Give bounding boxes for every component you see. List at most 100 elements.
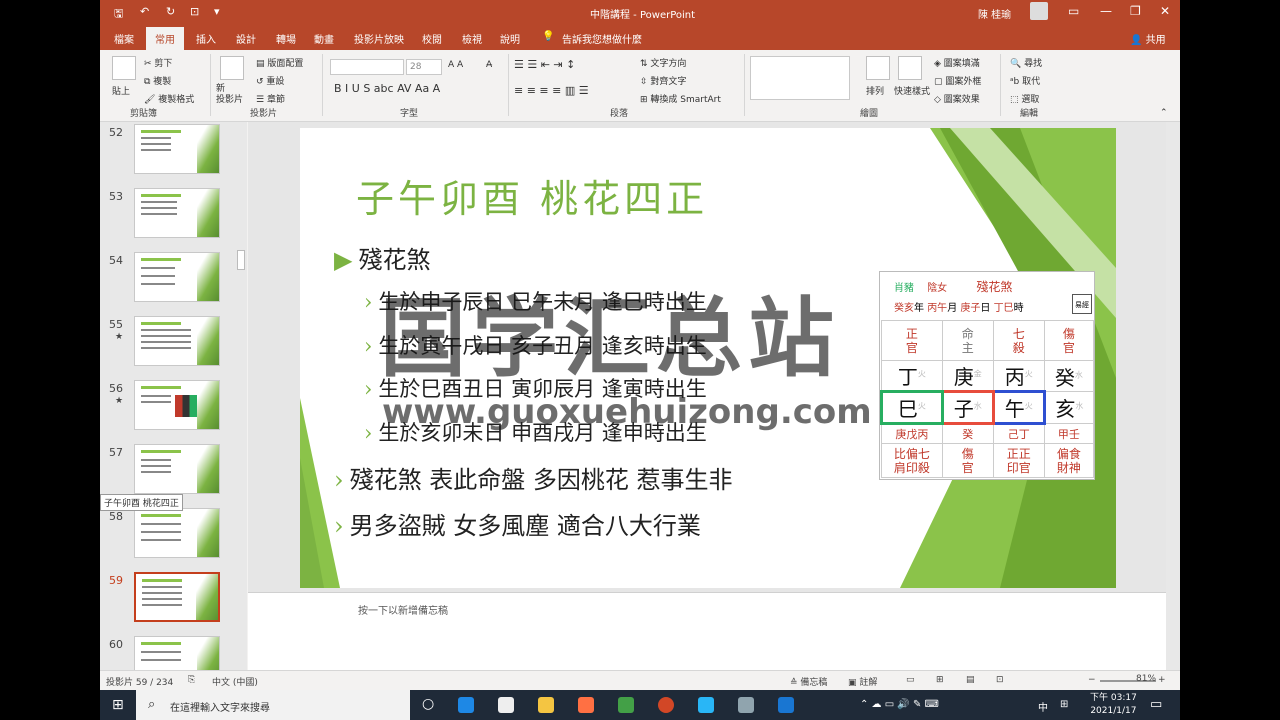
thumbnail-slide-53[interactable]: 53 (100, 188, 235, 248)
notes-button[interactable]: ≙ 備忘稿 (790, 675, 827, 688)
slideshow-view-icon[interactable]: ⊡ (996, 675, 1004, 685)
thumbnail-slide-55[interactable]: 55 ★ (100, 316, 235, 376)
user-name[interactable]: 陳 桂瑜 (978, 6, 1011, 21)
new-slide-icon[interactable] (220, 56, 244, 80)
quick-styles-icon[interactable] (898, 56, 922, 80)
tab-design[interactable]: 設計 (236, 31, 256, 46)
font-name-select[interactable] (330, 59, 404, 75)
tab-review[interactable]: 校閱 (422, 31, 442, 46)
layout-button[interactable]: ▤ 版面配置 (256, 56, 303, 69)
save-icon[interactable]: 🖫 (114, 5, 123, 24)
app-icon[interactable] (698, 697, 714, 713)
shape-effects-button[interactable]: ◇ 圖案效果 (934, 92, 980, 105)
tab-view[interactable]: 檢視 (462, 31, 482, 46)
avatar[interactable] (1030, 2, 1048, 20)
smartart-button[interactable]: ⊞ 轉換成 SmartArt (640, 92, 721, 105)
undo-icon[interactable]: ↶ (140, 5, 149, 18)
file-explorer-icon[interactable] (538, 697, 554, 713)
tab-help[interactable]: 說明 (500, 31, 520, 46)
paste-button[interactable]: 貼上 (112, 84, 130, 97)
spellcheck-icon[interactable]: ⎘ (188, 675, 195, 685)
arrange-icon[interactable] (866, 56, 890, 80)
bazi-chart[interactable]: 肖豬 陰女 殘花煞 癸亥年 丙午月 庚子日 丁巳時 易經 正 官 命 主 七 殺… (879, 271, 1095, 480)
tab-slideshow[interactable]: 投影片放映 (354, 31, 404, 46)
list-buttons[interactable]: ☰ ☰ ⇤ ⇥ ↕ (514, 58, 575, 71)
copy-button[interactable]: ⧉ 複製 (144, 74, 171, 87)
font-size-select[interactable]: 28 (406, 59, 442, 75)
windows-start-icon[interactable]: ⊞ (112, 697, 124, 713)
normal-view-icon[interactable]: ▭ (906, 675, 915, 685)
tab-animations[interactable]: 動畫 (314, 31, 334, 46)
find-button[interactable]: 🔍 尋找 (1010, 56, 1042, 69)
text-direction-button[interactable]: ⇅ 文字方向 (640, 56, 686, 69)
tab-transitions[interactable]: 轉場 (276, 31, 296, 46)
ime-icon[interactable]: ⊞ (1060, 699, 1068, 710)
app-icon[interactable] (738, 697, 754, 713)
thumbnail-slide-58[interactable]: 58 (100, 508, 235, 568)
minimize-button[interactable]: — (1100, 4, 1112, 18)
shape-fill-button[interactable]: ◈ 圖案填滿 (934, 56, 980, 69)
mail-icon[interactable] (458, 697, 474, 713)
ribbon-display-icon[interactable]: ▭ (1068, 4, 1079, 18)
collapse-ribbon-icon[interactable]: ⌃ (1160, 108, 1168, 118)
powerpoint-icon[interactable] (658, 697, 674, 713)
tray-icons[interactable]: ⌃ ☁ ▭ 🔊 ✎ ⌨ (860, 699, 939, 710)
restore-button[interactable]: ❐ (1130, 4, 1141, 18)
slide-sorter-icon[interactable]: ⊞ (936, 675, 944, 685)
zoom-in-icon[interactable]: + (1158, 675, 1166, 685)
reset-button[interactable]: ↺ 重設 (256, 74, 284, 87)
thumbnail-scrollbar[interactable] (235, 122, 247, 670)
cut-button[interactable]: ✂ 剪下 (144, 56, 172, 69)
close-button[interactable]: ✕ (1160, 4, 1170, 18)
language-indicator[interactable]: 中文 (中國) (212, 675, 258, 688)
app-icon[interactable] (778, 697, 794, 713)
reading-view-icon[interactable]: ▤ (966, 675, 975, 685)
task-view-icon[interactable]: ○ (422, 696, 434, 712)
present-icon[interactable]: ⊡ (190, 5, 199, 18)
taskbar-search-box[interactable]: ⌕ 在這裡輸入文字來搜尋 (136, 690, 410, 720)
ime-indicator[interactable]: 中 (1038, 699, 1048, 714)
comments-button[interactable]: ▣ 註解 (848, 675, 877, 688)
hidden-gods-cell: 傷 官 (941, 443, 994, 478)
replace-button[interactable]: ᵃb 取代 (1010, 74, 1040, 87)
tab-file[interactable]: 檔案 (114, 31, 134, 46)
format-painter-button[interactable]: 🖌 複製格式 (144, 92, 194, 105)
zoom-percent[interactable]: 81% (1136, 674, 1156, 684)
customize-qa-icon[interactable]: ▾ (214, 5, 220, 18)
notification-icon[interactable]: ▭ (1150, 697, 1162, 712)
slide-title[interactable]: 子午卯酉 桃花四正 (356, 168, 708, 223)
store-icon[interactable] (498, 697, 514, 713)
align-text-button[interactable]: ⇳ 對齊文字 (640, 74, 686, 87)
bullet-marker-icon: › (334, 466, 344, 494)
tab-home[interactable]: 常用 (146, 27, 184, 52)
wechat-icon[interactable] (618, 697, 634, 713)
section-button[interactable]: ☰ 章節 (256, 92, 285, 105)
zoom-out-icon[interactable]: − (1088, 675, 1096, 685)
scrollbar-thumb[interactable] (237, 250, 245, 270)
redo-icon[interactable]: ↻ (166, 5, 175, 18)
font-style-buttons[interactable]: B I U S abc AV Aa A (334, 82, 440, 95)
bullet-level1[interactable]: › 殘花煞 表此命盤 多因桃花 惹事生非 (334, 460, 733, 495)
notes-pane[interactable]: 按一下以新增備忘稿 (248, 592, 1166, 670)
shape-outline-button[interactable]: ▢ 圖案外框 (934, 74, 981, 87)
share-button[interactable]: 👤 共用 (1130, 31, 1166, 46)
thumbnail-slide-59[interactable]: 59 (100, 572, 235, 632)
grow-font-icon[interactable]: A A (448, 60, 463, 70)
paste-icon[interactable] (112, 56, 136, 80)
new-slide-button[interactable]: 新 投影片 (216, 84, 243, 106)
clear-format-icon[interactable]: A̶ (486, 60, 492, 70)
tell-me-search[interactable]: 告訴我您想做什麼 (562, 31, 642, 46)
quick-styles-button[interactable]: 快速樣式 (894, 84, 930, 97)
tab-insert[interactable]: 插入 (196, 31, 216, 46)
taskbar-clock[interactable]: 下午 03:17 2021/1/17 (1090, 692, 1137, 718)
align-buttons[interactable]: ≡ ≡ ≡ ≡ ▥ ☰ (514, 84, 589, 97)
thumbnail-slide-56[interactable]: 56 ★ (100, 380, 235, 440)
thumbnail-slide-54[interactable]: 54 (100, 252, 235, 312)
shapes-gallery[interactable] (750, 56, 850, 100)
select-button[interactable]: ⬚ 選取 (1010, 92, 1039, 105)
thumbnail-slide-52[interactable]: 52 (100, 124, 235, 184)
firefox-icon[interactable] (578, 697, 594, 713)
editor-scrollbar[interactable] (1166, 122, 1180, 670)
arrange-button[interactable]: 排列 (866, 84, 884, 97)
bullet-level1[interactable]: › 男多盜賊 女多風塵 適合八大行業 (334, 506, 701, 541)
